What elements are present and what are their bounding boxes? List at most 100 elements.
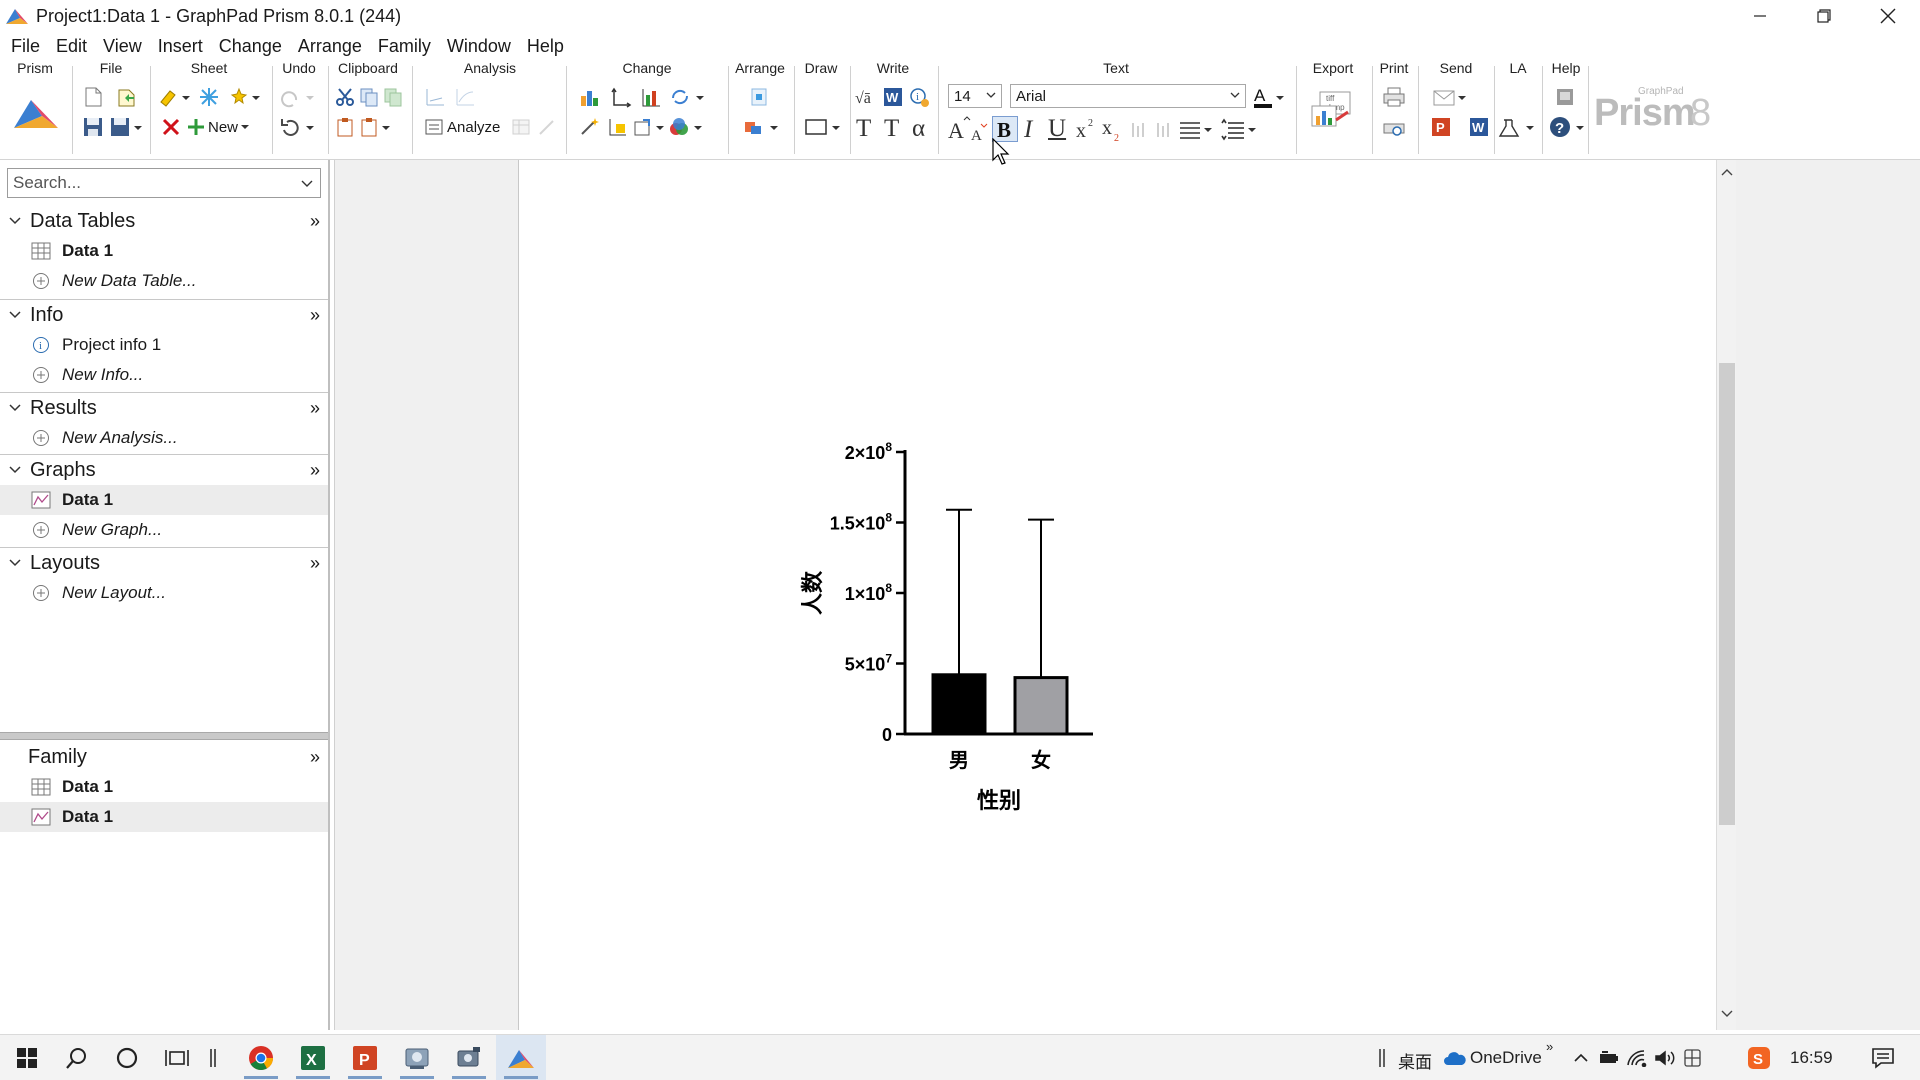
rotate-icon[interactable] xyxy=(668,84,704,110)
delete-sheet-icon[interactable] xyxy=(158,114,184,140)
text-tool-icon[interactable]: T xyxy=(856,115,871,143)
color-scheme-icon[interactable] xyxy=(668,114,704,140)
underline-icon[interactable]: U xyxy=(1048,115,1066,143)
email-icon[interactable] xyxy=(1432,84,1470,110)
kerning-icon[interactable] xyxy=(1152,116,1178,142)
onedrive-button[interactable] xyxy=(1442,1035,1468,1080)
decrease-font-icon[interactable]: A xyxy=(970,120,988,146)
section-layouts[interactable]: Layouts » xyxy=(0,548,328,578)
family-splitter[interactable] xyxy=(0,732,328,740)
close-button[interactable] xyxy=(1856,0,1920,32)
prism-app-button[interactable] xyxy=(496,1035,546,1080)
curve-fit-icon[interactable] xyxy=(452,84,478,110)
chrome-app-button[interactable] xyxy=(236,1035,286,1080)
draw-shape-icon[interactable] xyxy=(804,114,844,140)
italic-icon[interactable]: I xyxy=(1024,116,1032,144)
graph-type-icon[interactable] xyxy=(576,84,602,110)
search-button[interactable] xyxy=(54,1035,100,1080)
format-wand-icon[interactable] xyxy=(576,114,602,140)
help-icon[interactable]: ? xyxy=(1548,114,1588,140)
lab-archive-icon[interactable] xyxy=(1498,114,1538,140)
input-method-icon[interactable] xyxy=(1680,1035,1706,1080)
battery-icon[interactable] xyxy=(1596,1035,1622,1080)
task-view-button[interactable] xyxy=(154,1035,200,1080)
wifi-icon[interactable] xyxy=(1624,1035,1650,1080)
paste-special-icon[interactable] xyxy=(358,114,394,140)
volume-icon[interactable] xyxy=(1652,1035,1678,1080)
menu-insert[interactable]: Insert xyxy=(153,36,214,57)
line-spacing-icon[interactable] xyxy=(1220,116,1256,142)
equation-icon[interactable]: √ā xyxy=(852,84,878,110)
powerpoint-icon[interactable]: P xyxy=(1428,114,1454,140)
section-graphs[interactable]: Graphs » xyxy=(0,455,328,485)
results-table-icon[interactable] xyxy=(508,114,534,140)
action-center-button[interactable] xyxy=(1860,1035,1906,1080)
show-hidden-icons-button[interactable] xyxy=(1568,1035,1594,1080)
vertical-scrollbar[interactable] xyxy=(1716,160,1736,1030)
menu-file[interactable]: File xyxy=(6,36,51,57)
chevron-down-icon[interactable] xyxy=(300,177,314,191)
new-project-icon[interactable] xyxy=(80,84,106,110)
highlight-sheet-icon[interactable] xyxy=(158,84,192,110)
undo-icon[interactable] xyxy=(278,114,318,140)
nav-new-graph[interactable]: New Graph... xyxy=(0,515,328,545)
prism-menu-icon[interactable] xyxy=(14,98,58,128)
start-button[interactable] xyxy=(4,1035,50,1080)
greek-alpha-icon[interactable]: α xyxy=(912,115,925,143)
format-axes-icon[interactable] xyxy=(604,114,630,140)
bar-chart[interactable]: 0 5×107 1×108 1.5×108 2×108 男 女性别 人数 xyxy=(519,160,1719,1030)
open-file-icon[interactable] xyxy=(114,84,140,110)
expand-more-icon[interactable]: » xyxy=(310,305,320,326)
graph-sheet[interactable]: 0 5×107 1×108 1.5×108 2×108 男 女性别 人数 xyxy=(518,160,1718,1030)
copy-icon[interactable] xyxy=(356,84,382,110)
menu-family[interactable]: Family xyxy=(373,36,442,57)
cut-icon[interactable] xyxy=(332,84,358,110)
search-input[interactable]: Search... xyxy=(7,168,321,198)
text-box-icon[interactable]: T xyxy=(884,115,899,143)
save-as-icon[interactable] xyxy=(108,114,144,140)
font-name-select[interactable]: Arial xyxy=(1010,84,1246,108)
toolbar-overflow-icon[interactable]: » xyxy=(1546,1039,1553,1054)
print-icon[interactable] xyxy=(1381,84,1407,110)
subscript-icon[interactable]: x2 xyxy=(1100,116,1126,142)
section-info[interactable]: Info » xyxy=(0,300,328,330)
info-constant-icon[interactable]: i xyxy=(906,84,932,110)
cortana-button[interactable] xyxy=(104,1035,150,1080)
family-item-data-table[interactable]: Data 1 xyxy=(0,772,328,802)
onedrive-label[interactable]: OneDrive xyxy=(1470,1048,1542,1068)
word-object-icon[interactable]: W xyxy=(880,84,906,110)
analyze-button[interactable]: Analyze xyxy=(424,114,500,140)
expand-more-icon[interactable]: » xyxy=(310,553,320,574)
text-spacing-icon[interactable] xyxy=(1128,116,1154,142)
word-icon[interactable]: W xyxy=(1466,114,1492,140)
nav-new-data-table[interactable]: New Data Table... xyxy=(0,266,328,296)
menu-change[interactable]: Change xyxy=(214,36,293,57)
save-icon[interactable] xyxy=(80,114,106,140)
minimize-button[interactable] xyxy=(1728,0,1792,32)
nav-item-graph-data-1[interactable]: Data 1 xyxy=(0,485,328,515)
family-item-graph[interactable]: Data 1 xyxy=(0,802,328,832)
font-size-select[interactable]: 14 xyxy=(948,84,1002,108)
nav-new-layout[interactable]: New Layout... xyxy=(0,578,328,608)
print-preview-icon[interactable] xyxy=(1381,114,1407,140)
photo-viewer-app-button[interactable] xyxy=(392,1035,442,1080)
menu-edit[interactable]: Edit xyxy=(51,36,98,57)
sogou-ime-icon[interactable]: S xyxy=(1744,1035,1774,1080)
excel-app-button[interactable]: X xyxy=(288,1035,338,1080)
scale-icon[interactable] xyxy=(632,114,666,140)
menu-window[interactable]: Window xyxy=(442,36,522,57)
tutorial-icon[interactable] xyxy=(1552,84,1578,110)
nav-new-analysis[interactable]: New Analysis... xyxy=(0,423,328,453)
menu-view[interactable]: View xyxy=(98,36,153,57)
font-color-icon[interactable]: A xyxy=(1252,84,1288,110)
scroll-thumb[interactable] xyxy=(1719,363,1735,825)
screen-capture-app-button[interactable] xyxy=(444,1035,494,1080)
scroll-up-button[interactable] xyxy=(1719,164,1735,180)
superscript-icon[interactable]: x2 xyxy=(1074,116,1100,142)
section-data-tables[interactable]: Data Tables » xyxy=(0,206,328,236)
expand-more-icon[interactable]: » xyxy=(310,747,320,768)
copy-graph-icon[interactable] xyxy=(380,84,406,110)
align-icon[interactable] xyxy=(746,84,772,110)
desktop-toolbar-label[interactable]: 桌面 xyxy=(1398,1048,1432,1073)
powerpoint-app-button[interactable]: P xyxy=(340,1035,390,1080)
